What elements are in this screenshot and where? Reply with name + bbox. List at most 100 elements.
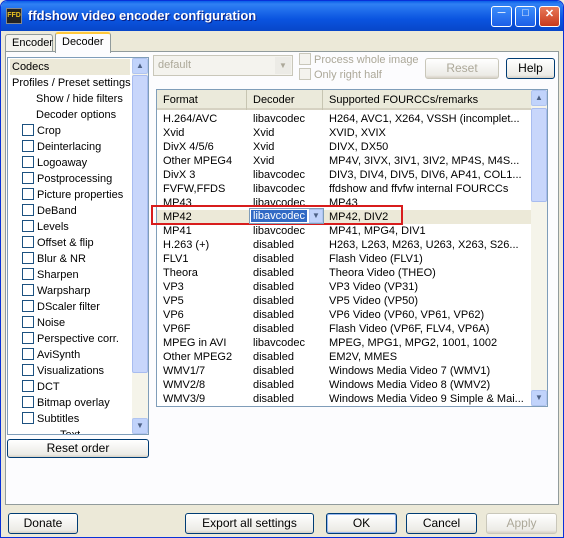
codec-list-scrollbar[interactable]: ▲ ▼: [531, 90, 547, 406]
checkbox[interactable]: [22, 380, 34, 393]
tree-item[interactable]: DCT: [22, 379, 60, 395]
codec-row[interactable]: MPEG in AVI libavcodec MPEG, MPG1, MPG2, 1…: [157, 336, 533, 350]
codec-row[interactable]: Other MPEG4 Xvid MP4V, 3IVX, 3IV1, 3IV2, M…: [157, 154, 533, 168]
ok-button[interactable]: OK: [326, 513, 397, 534]
checkbox[interactable]: [22, 300, 34, 313]
header-format[interactable]: Format: [157, 90, 247, 110]
close-button[interactable]: ✕: [539, 6, 560, 27]
checkbox[interactable]: [22, 204, 34, 217]
export-all-settings-button[interactable]: Export all settings: [185, 513, 314, 534]
tree-item[interactable]: DScaler filter: [22, 299, 100, 315]
checkbox[interactable]: [22, 396, 34, 409]
scroll-down-icon[interactable]: ▼: [531, 390, 547, 406]
tree-item[interactable]: Levels: [22, 219, 69, 235]
checkbox[interactable]: [22, 316, 34, 329]
checkbox[interactable]: [22, 284, 34, 297]
tree-item[interactable]: Decoder options: [36, 107, 116, 123]
tree-item[interactable]: Text: [60, 427, 80, 434]
format-cell: DivX 4/5/6: [163, 141, 214, 153]
codec-row[interactable]: Xvid Xvid XVID, XVIX: [157, 126, 533, 140]
checkbox[interactable]: [22, 364, 34, 377]
tree-item[interactable]: Subtitles: [22, 411, 79, 427]
codec-row[interactable]: MP41 libavcodec MP41, MPG4, DIV1: [157, 224, 533, 238]
decoder-cell: disabled: [253, 295, 294, 307]
checkbox[interactable]: [22, 348, 34, 361]
tab-decoder[interactable]: Decoder: [55, 32, 111, 53]
tree-item[interactable]: Show / hide filters: [36, 91, 123, 107]
decoder-cell: disabled: [253, 281, 294, 293]
decoder-cell: libavcodec: [253, 113, 305, 125]
codec-list[interactable]: Format Decoder Supported FOURCCs/remarks…: [156, 89, 548, 407]
checkbox[interactable]: [22, 220, 34, 233]
tree-scrollbar[interactable]: ▲ ▼: [132, 58, 148, 434]
header-decoder[interactable]: Decoder: [247, 90, 323, 110]
checkbox[interactable]: [22, 124, 34, 137]
codec-row[interactable]: WMV2/8 disabled Windows Media Video 8 (WMV…: [157, 378, 533, 392]
scroll-thumb[interactable]: [132, 75, 148, 373]
tree-item[interactable]: Offset & flip: [22, 235, 94, 251]
codec-row[interactable]: H.263 (+) disabled H263, L263, M263, U263,…: [157, 238, 533, 252]
scroll-up-icon[interactable]: ▲: [132, 58, 148, 74]
tree-item[interactable]: Postprocessing: [22, 171, 112, 187]
codec-row[interactable]: WMV3/9 disabled Windows Media Video 9 Simp…: [157, 392, 533, 406]
codec-row[interactable]: H.264/AVC libavcodec H264, AVC1, X264, VSS…: [157, 112, 533, 126]
checkbox[interactable]: [22, 252, 34, 265]
tree-item[interactable]: Perspective corr.: [22, 331, 119, 347]
mp42-decoder-dropdown[interactable]: libavcodec ▼: [249, 208, 324, 224]
codec-row[interactable]: VP3 disabled VP3 Video (VP31): [157, 280, 533, 294]
tree-item-label: Blur & NR: [37, 253, 86, 265]
settings-tree[interactable]: Codecs Profiles / Preset settings Show / h…: [7, 57, 149, 435]
tree-item-label: Show / hide filters: [36, 93, 123, 105]
checkbox[interactable]: [22, 188, 34, 201]
tree-item[interactable]: Bitmap overlay: [22, 395, 110, 411]
fourcc-cell: MP4V, 3IVX, 3IV1, 3IV2, MP4S, M4S...: [329, 155, 520, 167]
checkbox[interactable]: [22, 172, 34, 185]
tree-item[interactable]: Noise: [22, 315, 65, 331]
help-button[interactable]: Help: [506, 58, 555, 79]
codec-row[interactable]: VP5 disabled VP5 Video (VP50): [157, 294, 533, 308]
tree-item[interactable]: Sharpen: [22, 267, 79, 283]
tree-item[interactable]: Blur & NR: [22, 251, 86, 267]
tree-item[interactable]: Profiles / Preset settings: [12, 75, 131, 91]
checkbox[interactable]: [22, 140, 34, 153]
title-bar[interactable]: FFD ffdshow video encoder configuration …: [1, 1, 563, 31]
checkbox[interactable]: [22, 268, 34, 281]
tree-item[interactable]: Codecs: [10, 59, 130, 75]
checkbox[interactable]: [22, 236, 34, 249]
tree-item[interactable]: Deinterlacing: [22, 139, 101, 155]
codec-row[interactable]: FLV1 disabled Flash Video (FLV1): [157, 252, 533, 266]
header-fourccs[interactable]: Supported FOURCCs/remarks: [323, 90, 533, 110]
format-cell: MP41: [163, 225, 192, 237]
tree-item[interactable]: DeBand: [22, 203, 77, 219]
reset-order-button[interactable]: Reset order: [7, 439, 149, 458]
decoder-cell: Xvid: [253, 127, 275, 139]
codec-row[interactable]: VP6F disabled Flash Video (VP6F, FLV4, VP6…: [157, 322, 533, 336]
tab-encoder[interactable]: Encoder: [5, 34, 53, 52]
codec-row[interactable]: Theora disabled Theora Video (THEO): [157, 266, 533, 280]
scroll-down-icon[interactable]: ▼: [132, 418, 148, 434]
cancel-button[interactable]: Cancel: [406, 513, 477, 534]
checkbox[interactable]: [22, 412, 34, 425]
scroll-up-icon[interactable]: ▲: [531, 90, 547, 106]
codec-row[interactable]: VP6 disabled VP6 Video (VP60, VP61, VP62): [157, 308, 533, 322]
maximize-button[interactable]: □: [515, 6, 536, 27]
codec-row[interactable]: DivX 4/5/6 Xvid DIVX, DX50: [157, 140, 533, 154]
codec-row[interactable]: Other MPEG2 disabled EM2V, MMES: [157, 350, 533, 364]
checkbox[interactable]: [22, 156, 34, 169]
minimize-button[interactable]: ─: [491, 6, 512, 27]
tree-item[interactable]: Warpsharp: [22, 283, 90, 299]
tree-item[interactable]: AviSynth: [22, 347, 80, 363]
tree-item[interactable]: Picture properties: [22, 187, 123, 203]
decoder-cell: Xvid: [253, 141, 275, 153]
tree-item[interactable]: Logoaway: [22, 155, 87, 171]
checkbox[interactable]: [22, 332, 34, 345]
scroll-thumb[interactable]: [531, 108, 547, 202]
codec-row[interactable]: DivX 3 libavcodec DIV3, DIV4, DIV5, DIV6, …: [157, 168, 533, 182]
fourcc-cell: VP3 Video (VP31): [329, 281, 419, 293]
tree-item[interactable]: Visualizations: [22, 363, 104, 379]
codec-row[interactable]: FVFW,FFDS libavcodec ffdshow and ffvfw int…: [157, 182, 533, 196]
codec-row[interactable]: WMV1/7 disabled Windows Media Video 7 (WMV…: [157, 364, 533, 378]
mp42-decoder-value: libavcodec: [251, 210, 307, 222]
tree-item[interactable]: Crop: [22, 123, 61, 139]
donate-button[interactable]: Donate: [8, 513, 78, 534]
